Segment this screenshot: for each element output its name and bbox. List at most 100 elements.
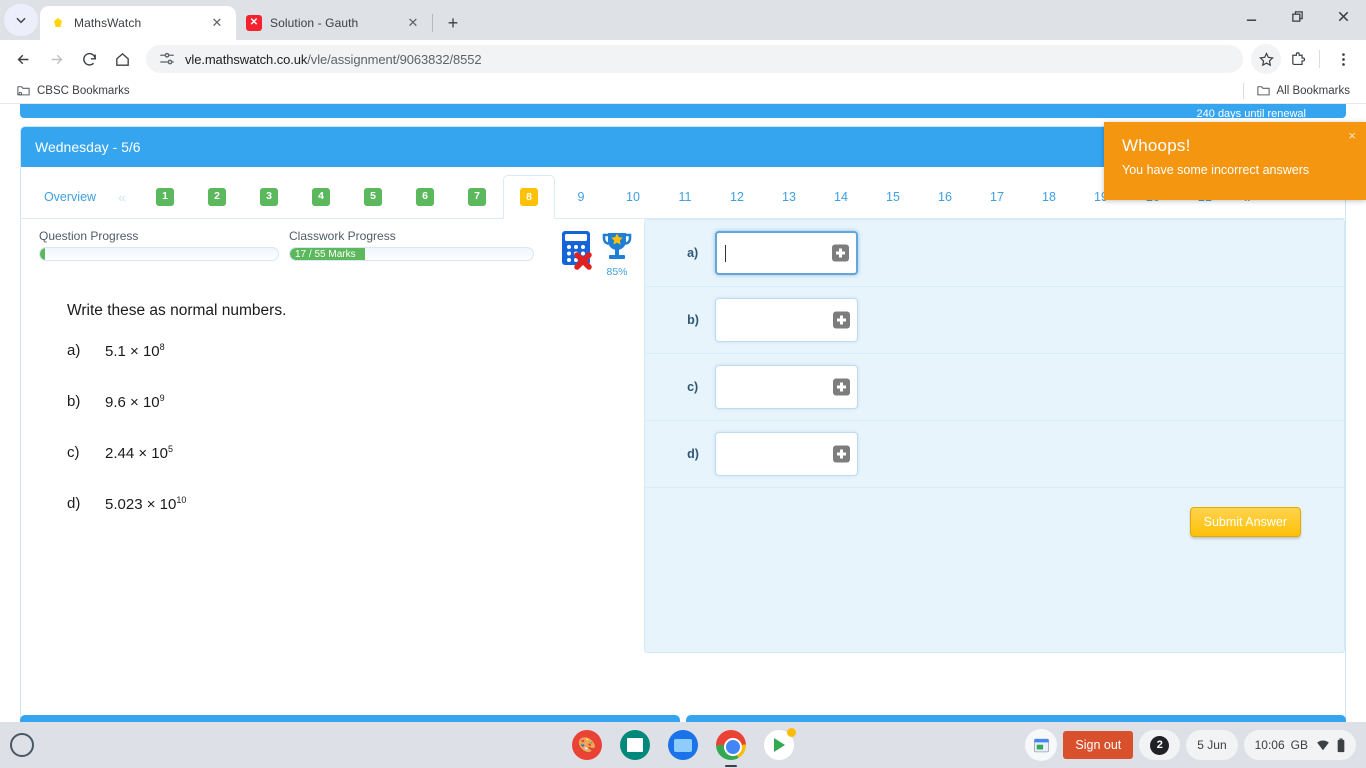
plus-icon[interactable] [832,244,850,262]
question-prompt: Write these as normal numbers. [67,302,287,319]
qnav-item-14[interactable]: 14 [815,181,867,213]
answer-input-c[interactable] [715,365,859,409]
back-button[interactable] [8,44,38,74]
toast-close-icon[interactable]: × [1348,128,1356,143]
bookmark-cbsc[interactable]: CBSC Bookmarks [10,80,136,101]
notification-counter[interactable]: 2 [1139,730,1181,760]
qnav-item-7[interactable]: 7 [451,181,503,213]
forward-button[interactable] [41,44,71,74]
qnav-item-1[interactable]: 1 [139,181,191,213]
bookmark-label: CBSC Bookmarks [37,84,130,97]
qnav-item-15[interactable]: 15 [867,181,919,213]
qnav-item-12[interactable]: 12 [711,181,763,213]
qnav-item-2[interactable]: 2 [191,181,243,213]
qnav-prev-arrow[interactable]: « [105,181,139,213]
site-settings-icon[interactable] [158,50,176,68]
plus-icon[interactable] [833,445,851,463]
running-indicator [725,764,737,767]
toolbar-actions [1249,44,1358,74]
tab-search-chevron-icon[interactable] [4,4,38,36]
shelf-app-canvas-icon[interactable] [572,730,602,760]
chrome-menu-icon[interactable] [1328,44,1358,74]
all-bookmarks-label: All Bookmarks [1276,84,1351,97]
submit-zone: Submit Answer [645,488,1344,556]
qnav-item-16[interactable]: 16 [919,181,971,213]
part-label: d) [67,495,81,512]
reload-button[interactable] [74,44,104,74]
answer-input-a[interactable] [715,231,859,275]
bookmark-star-icon[interactable] [1251,44,1281,74]
status-tray[interactable]: 10:06 GB [1243,730,1356,760]
question-progress-label: Question Progress [39,229,139,243]
home-button[interactable] [107,44,137,74]
tab-title: MathsWatch [74,16,142,30]
shelf-app-play-store-icon[interactable] [764,728,796,760]
extensions-icon[interactable] [1283,44,1313,74]
question-part-c: c) 2.44 × 105 [67,444,643,462]
browser-window: MathsWatch ✕ ✕ Solution - Gauth ✕ + vle.… [0,0,1366,722]
part-expression: 5.023 × 1010 [105,495,187,513]
all-bookmarks-group: All Bookmarks [1242,80,1357,101]
qnav-item-4[interactable]: 4 [295,181,347,213]
qnav-badge: 1 [156,187,174,206]
url-host: vle.mathswatch.co.uk [185,51,308,67]
qnav-item-5[interactable]: 5 [347,181,399,213]
gauth-icon: ✕ [246,15,262,31]
qnav-badge: 4 [312,187,330,206]
qnav-item-9[interactable]: 9 [555,181,607,213]
question-body: Question Progress Classwork Progress 17 … [21,219,1345,653]
wifi-icon [1316,738,1330,752]
qnav-item-17[interactable]: 17 [971,181,1023,213]
shelf-app-files-icon[interactable] [668,730,698,760]
all-bookmarks-button[interactable]: All Bookmarks [1250,80,1357,101]
qnav-item-6[interactable]: 6 [399,181,451,213]
qnav-badge: 2 [208,187,226,206]
assignment-card: Wednesday - 5/6 Overview « 1 2 3 4 5 6 7… [20,126,1346,722]
qnav-badge: 3 [260,187,278,206]
qnav-item-10[interactable]: 10 [607,181,659,213]
new-tab-button[interactable]: + [439,9,467,37]
qnav-item-3[interactable]: 3 [243,181,295,213]
answer-input-d[interactable] [715,432,859,476]
exponent: 9 [159,393,165,403]
close-icon[interactable]: ✕ [208,14,226,32]
launcher-button[interactable] [10,733,34,757]
card-standard-form[interactable]: Standard Form - Numbers Above 1 [20,715,680,722]
plus-icon[interactable] [833,378,851,396]
qnav-item-8-active[interactable]: 8 [503,175,555,219]
restore-icon[interactable] [1274,0,1320,32]
tab-separator [432,14,433,32]
sign-out-button[interactable]: Sign out [1063,731,1134,759]
exponent: 8 [159,342,165,352]
shelf-window-preview-icon[interactable] [1025,729,1058,761]
qnav-badge: 7 [468,187,486,206]
submit-answer-button[interactable]: Submit Answer [1189,507,1301,537]
address-bar[interactable]: vle.mathswatch.co.uk/vle/assignment/9063… [146,45,1243,73]
toast-message: You have some incorrect answers [1122,163,1310,177]
url-text: vle.mathswatch.co.uk/vle/assignment/9063… [185,52,1235,67]
plus-icon[interactable] [833,311,851,329]
browser-tab-gauth[interactable]: ✕ Solution - Gauth ✕ [236,6,432,40]
qnav-item-11[interactable]: 11 [659,181,711,213]
qnav-overview[interactable]: Overview [35,181,105,213]
close-icon[interactable]: ✕ [404,14,422,32]
answer-row-c: c) [645,354,1344,421]
answer-input-b[interactable] [715,298,859,342]
card-overview[interactable]: Overview [686,715,1346,722]
progress-row: Question Progress Classwork Progress 17 … [21,229,643,278]
close-icon[interactable] [1320,0,1366,32]
qnav-item-18[interactable]: 18 [1023,181,1075,213]
browser-tab-mathswatch[interactable]: MathsWatch ✕ [40,6,236,40]
classwork-progress-fill: 17 / 55 Marks [290,248,366,260]
page-viewport: 240 days until renewal Wednesday - 5/6 O… [0,104,1366,722]
url-path: /vle/assignment/9063832/8552 [307,51,482,67]
window-controls [1228,0,1366,40]
clipped-card-above [20,104,1346,118]
minimize-icon[interactable] [1228,0,1274,32]
shelf-app-news-icon[interactable] [620,730,650,760]
date-tray[interactable]: 5 Jun [1186,730,1238,760]
shelf-app-chrome-icon[interactable] [716,730,746,767]
exponent: 5 [167,444,173,454]
qnav-item-13[interactable]: 13 [763,181,815,213]
trophy-percent: 85% [606,266,628,278]
